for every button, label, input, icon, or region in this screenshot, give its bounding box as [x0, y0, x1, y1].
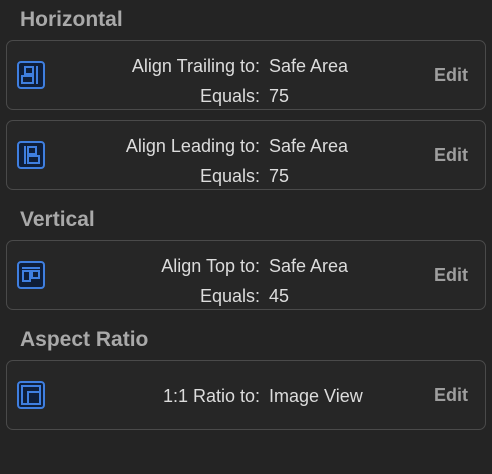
equals-label: Equals: — [199, 285, 260, 306]
section-title-vertical: Vertical — [20, 208, 95, 231]
constraint-row-equals: Equals: 75 — [55, 161, 375, 191]
section-title-horizontal: Horizontal — [20, 8, 123, 31]
equals-label: Equals: — [199, 165, 260, 186]
constraint-target: Safe Area — [269, 135, 349, 156]
edit-button[interactable]: Edit — [434, 41, 468, 109]
constraint-row-relation: 1:1 Ratio to: Image View — [55, 381, 375, 411]
aspect-ratio-icon — [17, 381, 45, 409]
align-trailing-icon — [17, 61, 45, 89]
constraint-align-leading[interactable]: Align Leading to: Safe Area Equals: 75 E… — [6, 120, 486, 190]
equals-value: 75 — [269, 85, 290, 106]
constraint-align-top[interactable]: Align Top to: Safe Area Equals: 45 Edit — [6, 240, 486, 310]
constraint-row-relation: Align Leading to: Safe Area — [55, 131, 375, 161]
constraint-label: Align Trailing to: — [131, 55, 260, 76]
equals-value: 45 — [269, 285, 290, 306]
constraint-target: Safe Area — [269, 255, 349, 276]
constraint-aspect-ratio[interactable]: 1:1 Ratio to: Image View Edit — [6, 360, 486, 430]
constraint-align-trailing[interactable]: Align Trailing to: Safe Area Equals: 75 … — [6, 40, 486, 110]
constraint-row-equals: Equals: 75 — [55, 81, 375, 111]
constraint-target: Image View — [269, 385, 363, 406]
edit-button[interactable]: Edit — [434, 121, 468, 189]
equals-label: Equals: — [199, 85, 260, 106]
constraint-row-equals: Equals: 45 — [55, 281, 375, 311]
constraint-row-relation: Align Trailing to: Safe Area — [55, 51, 375, 81]
equals-value: 75 — [269, 165, 290, 186]
constraint-label: Align Top to: — [161, 255, 260, 276]
constraints-panel: Horizontal Align Trailing to: Safe Area … — [0, 0, 492, 474]
constraint-row-relation: Align Top to: Safe Area — [55, 251, 375, 281]
constraint-label: 1:1 Ratio to: — [162, 385, 260, 406]
align-leading-icon — [17, 141, 45, 169]
edit-button[interactable]: Edit — [434, 241, 468, 309]
constraint-label: Align Leading to: — [125, 135, 260, 156]
align-top-icon — [17, 261, 45, 289]
section-title-aspect-ratio: Aspect Ratio — [20, 328, 149, 351]
edit-button[interactable]: Edit — [434, 361, 468, 429]
constraint-target: Safe Area — [269, 55, 349, 76]
